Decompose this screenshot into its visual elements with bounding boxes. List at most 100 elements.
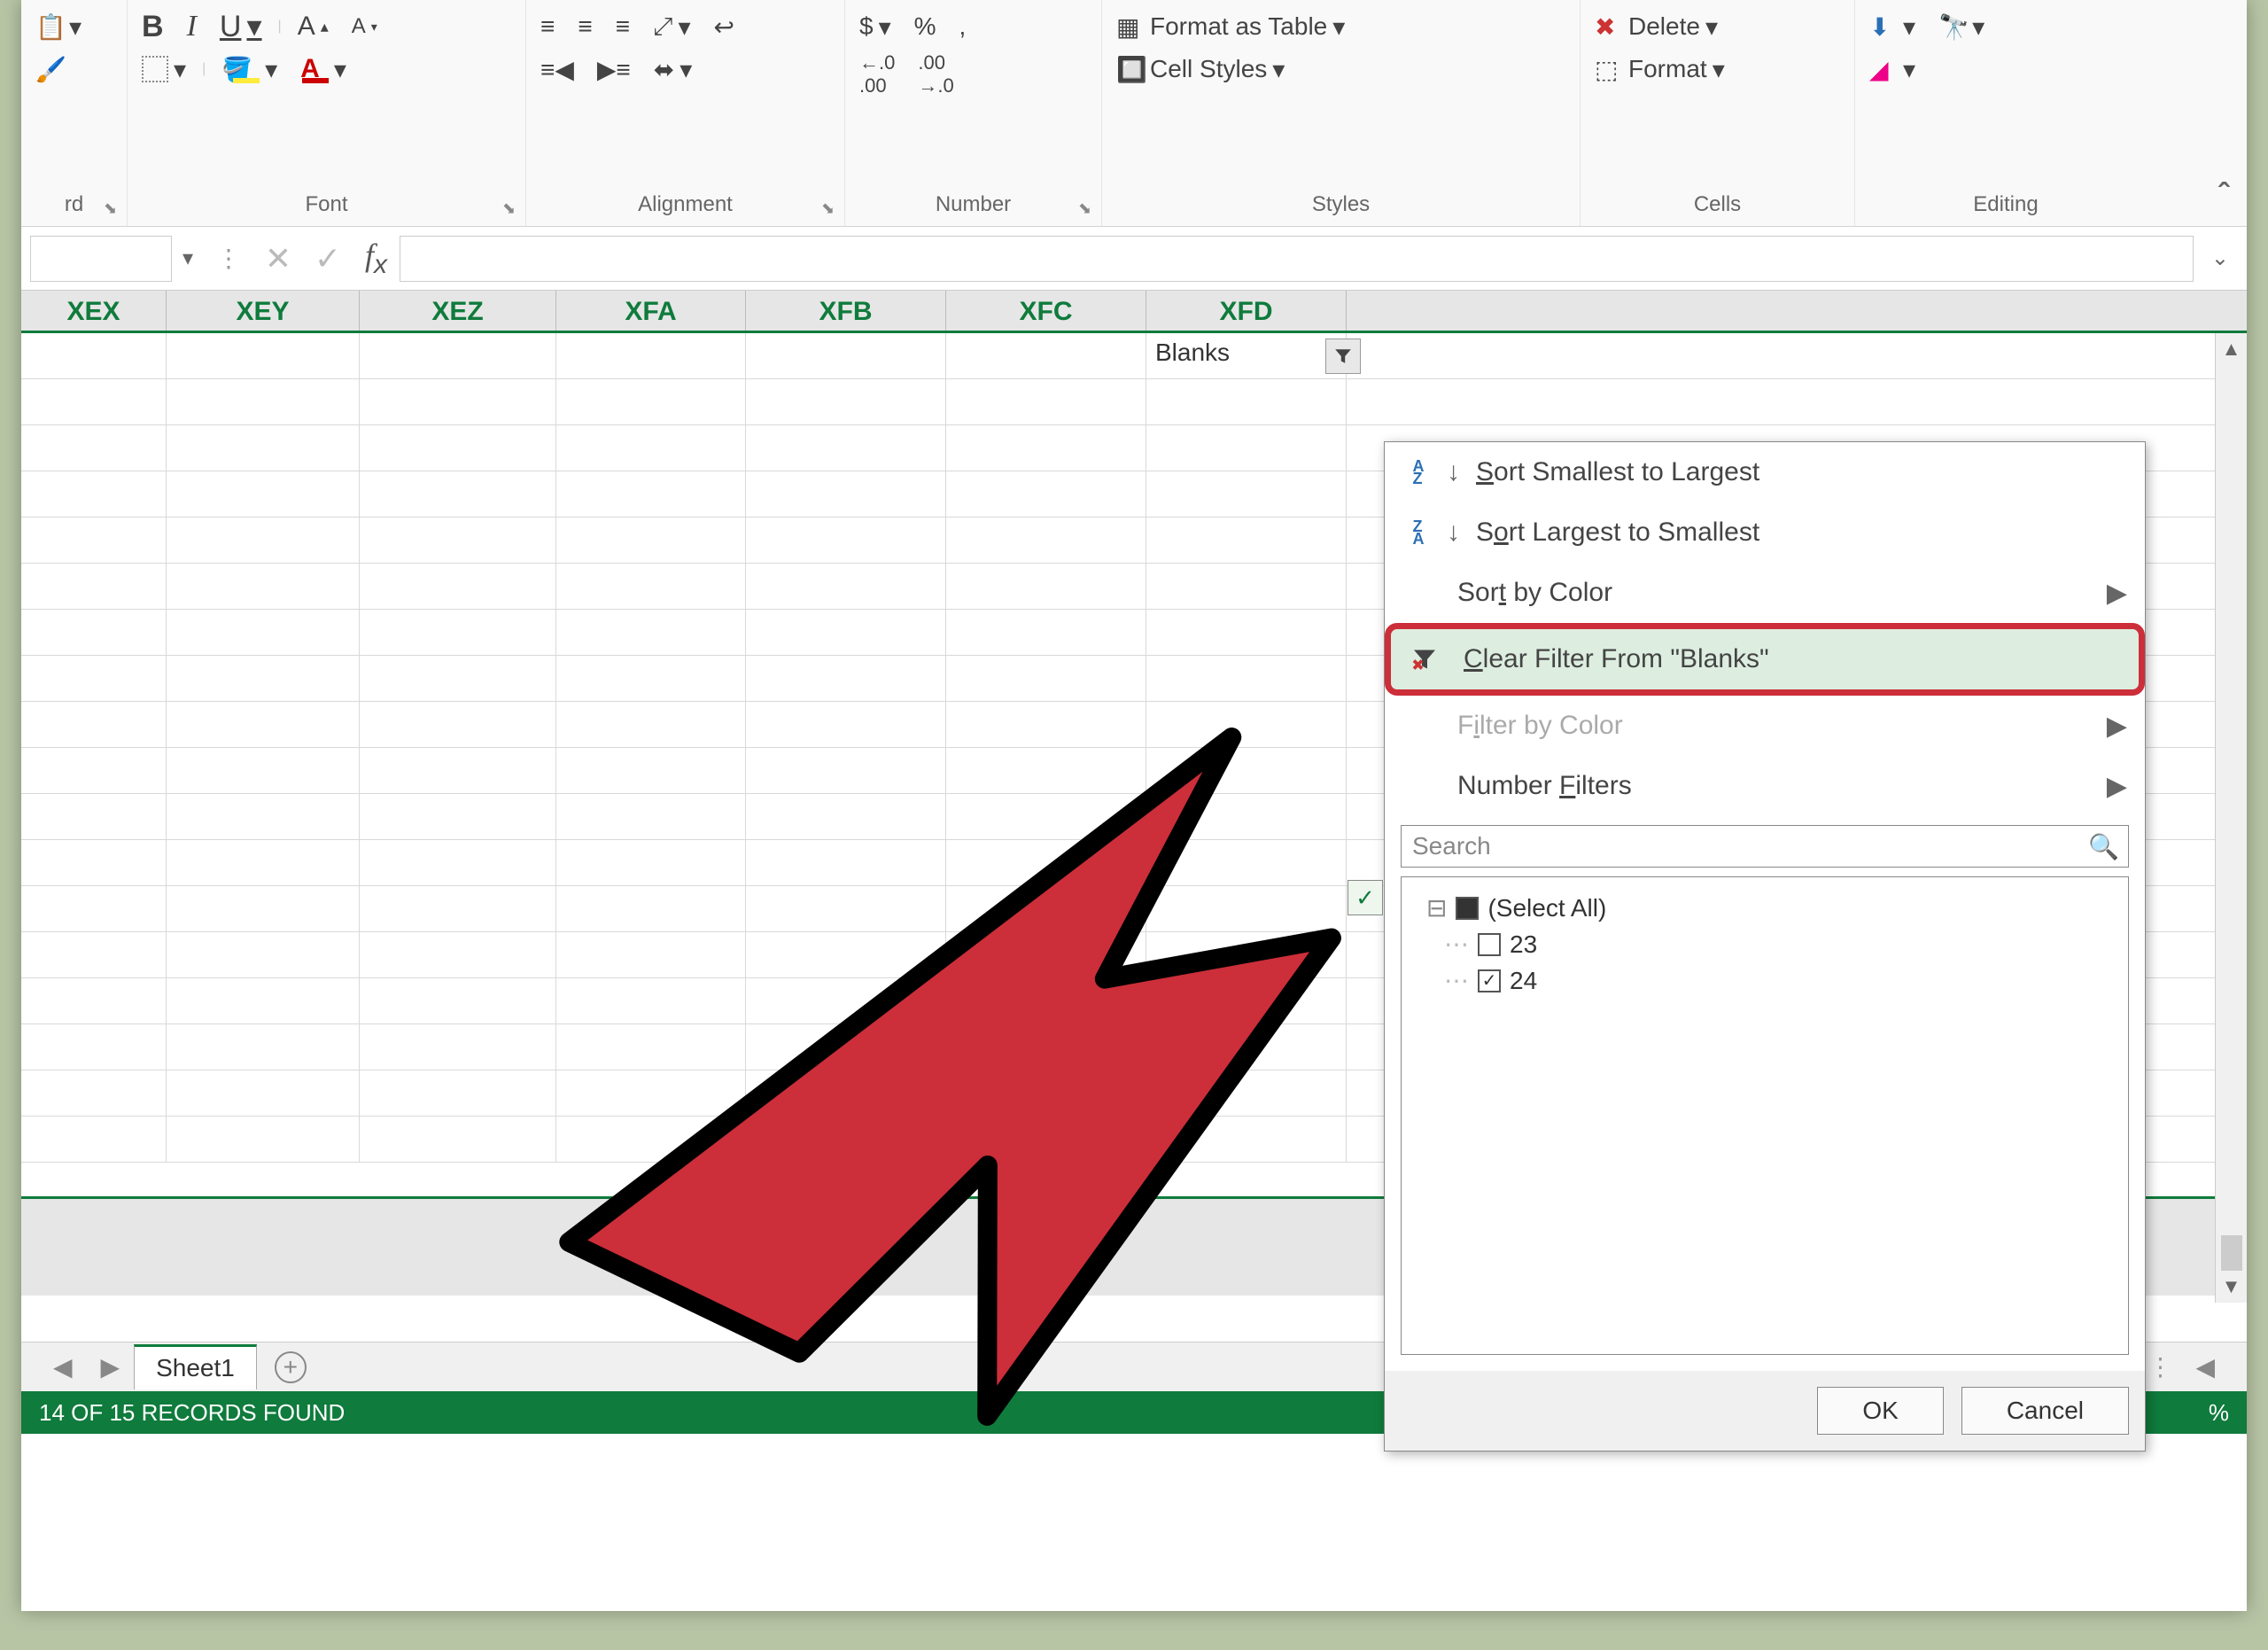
- grid-cell[interactable]: [21, 1070, 167, 1116]
- scroll-up-button[interactable]: ▲: [2216, 333, 2247, 365]
- align-top-button[interactable]: ≡: [533, 9, 562, 44]
- grid-cell[interactable]: [1146, 471, 1347, 517]
- grid-cell[interactable]: [167, 471, 360, 517]
- grid-cell[interactable]: [556, 1117, 746, 1162]
- grid-cell[interactable]: [1146, 978, 1347, 1023]
- grid-cell[interactable]: [746, 333, 946, 378]
- grid-cell[interactable]: [21, 656, 167, 701]
- grid-cell[interactable]: [360, 1070, 556, 1116]
- grid-cell[interactable]: [167, 702, 360, 747]
- grid-cell[interactable]: [360, 656, 556, 701]
- grid-cell[interactable]: [746, 379, 946, 424]
- grid-cell[interactable]: [556, 702, 746, 747]
- grid-cell[interactable]: [946, 978, 1146, 1023]
- grid-cell[interactable]: [1146, 656, 1347, 701]
- italic-button[interactable]: I: [180, 6, 204, 47]
- grid-cell[interactable]: [556, 379, 746, 424]
- filter-search-input[interactable]: Search 🔍: [1401, 825, 2129, 868]
- grid-cell[interactable]: [556, 564, 746, 609]
- grid-cell[interactable]: [746, 1024, 946, 1070]
- bold-button[interactable]: B: [135, 6, 171, 48]
- grid-cell[interactable]: [1146, 379, 1347, 424]
- grid-cell[interactable]: [946, 518, 1146, 563]
- underline-button[interactable]: U ▾: [213, 5, 269, 48]
- grid-cell[interactable]: [556, 471, 746, 517]
- grid-cell[interactable]: [21, 1117, 167, 1162]
- grid-cell[interactable]: [746, 840, 946, 885]
- tab-nav-left[interactable]: ◀: [39, 1352, 87, 1381]
- formula-input[interactable]: [400, 236, 2194, 282]
- grid-cell[interactable]: [946, 1117, 1146, 1162]
- grid-cell[interactable]: [746, 794, 946, 839]
- grid-cell[interactable]: [21, 978, 167, 1023]
- grid-cell[interactable]: [167, 610, 360, 655]
- dialog-launcher-icon[interactable]: ⬊: [104, 199, 121, 217]
- grid-cell[interactable]: [360, 702, 556, 747]
- grid-cell[interactable]: [556, 610, 746, 655]
- grid-cell[interactable]: [21, 425, 167, 471]
- grid-cell[interactable]: [167, 1070, 360, 1116]
- align-middle-button[interactable]: ≡: [571, 9, 599, 44]
- name-box-dropdown[interactable]: ▾: [172, 245, 204, 271]
- scroll-thumb[interactable]: [2221, 1235, 2242, 1271]
- grid-cell[interactable]: [360, 932, 556, 977]
- clear-filter-item[interactable]: Clear Filter From "Blanks": [1385, 623, 2145, 696]
- grid-cell[interactable]: [1146, 702, 1347, 747]
- shrink-font-button[interactable]: A▾: [345, 11, 384, 43]
- insert-function-button[interactable]: fx: [353, 237, 400, 280]
- grid-cell[interactable]: [167, 1117, 360, 1162]
- grid-cell[interactable]: [946, 748, 1146, 793]
- column-header[interactable]: XFD: [1146, 291, 1347, 331]
- sort-by-color-item[interactable]: Sort by Color ▶: [1385, 563, 2145, 623]
- grid-cell[interactable]: [946, 379, 1146, 424]
- column-header[interactable]: XFC: [946, 291, 1146, 331]
- dialog-launcher-icon[interactable]: ⬊: [502, 199, 520, 217]
- grid-cell[interactable]: [556, 886, 746, 931]
- dialog-launcher-icon[interactable]: ⬊: [821, 199, 839, 217]
- grid-cell[interactable]: [21, 840, 167, 885]
- grid-cell[interactable]: [946, 1070, 1146, 1116]
- decrease-indent-button[interactable]: ≡◀: [533, 51, 581, 88]
- grid-cell[interactable]: [1146, 794, 1347, 839]
- grid-cell[interactable]: [1146, 1070, 1347, 1116]
- grid-cell[interactable]: [946, 794, 1146, 839]
- number-filters-item[interactable]: Number Filters ▶: [1385, 756, 2145, 816]
- font-color-button[interactable]: A ▾: [293, 51, 353, 88]
- grid-cell[interactable]: [946, 471, 1146, 517]
- column-header[interactable]: XEX: [21, 291, 167, 331]
- grid-cell[interactable]: [746, 610, 946, 655]
- cancel-button[interactable]: Cancel: [1961, 1387, 2129, 1435]
- grid-cell[interactable]: [360, 886, 556, 931]
- grid-cell[interactable]: [21, 333, 167, 378]
- grid-cell[interactable]: [21, 794, 167, 839]
- column-header[interactable]: XEY: [167, 291, 360, 331]
- grid-cell[interactable]: [167, 794, 360, 839]
- format-painter-button[interactable]: 🖌️: [28, 51, 71, 87]
- grid-cell[interactable]: [167, 886, 360, 931]
- grid-cell[interactable]: [556, 978, 746, 1023]
- grid-cell[interactable]: [946, 886, 1146, 931]
- grid-cell[interactable]: [360, 840, 556, 885]
- grid-cell[interactable]: [167, 978, 360, 1023]
- grid-cell[interactable]: [746, 932, 946, 977]
- percent-format-button[interactable]: %: [907, 9, 944, 44]
- grid-cell[interactable]: [556, 794, 746, 839]
- grid-cell[interactable]: [360, 794, 556, 839]
- grid-cell[interactable]: [746, 886, 946, 931]
- grid-cell[interactable]: [946, 1024, 1146, 1070]
- grid-cell[interactable]: [167, 425, 360, 471]
- grid-cell[interactable]: [360, 379, 556, 424]
- grid-cell[interactable]: [556, 1070, 746, 1116]
- grid-cell[interactable]: [167, 564, 360, 609]
- grid-cell[interactable]: [21, 932, 167, 977]
- align-bottom-button[interactable]: ≡: [609, 9, 637, 44]
- grid-cell[interactable]: [1146, 518, 1347, 563]
- grid-cell[interactable]: [746, 702, 946, 747]
- grid-cell[interactable]: [21, 610, 167, 655]
- grid-cell[interactable]: [360, 1117, 556, 1162]
- grid-cell[interactable]: [360, 748, 556, 793]
- column-header[interactable]: XFB: [746, 291, 946, 331]
- enter-formula-button[interactable]: ✓: [303, 240, 353, 277]
- grow-font-button[interactable]: A▴: [291, 8, 336, 45]
- grid-cell[interactable]: [1146, 564, 1347, 609]
